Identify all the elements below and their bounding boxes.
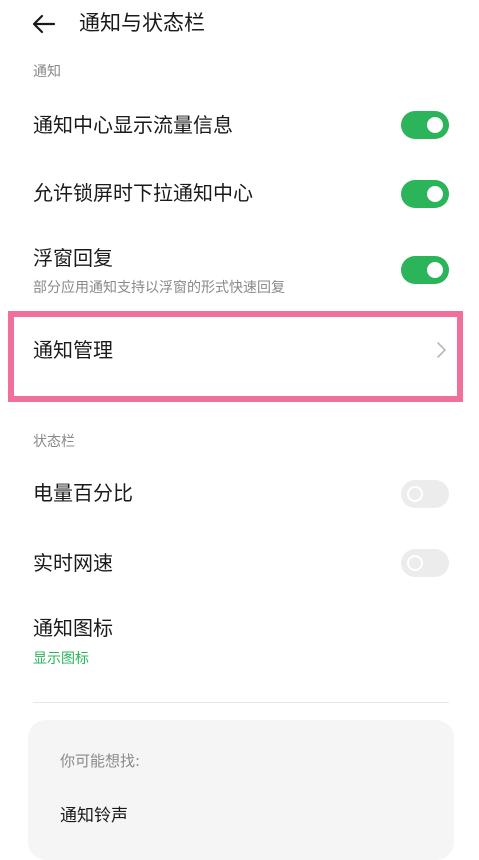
setting-value: 显示图标 bbox=[33, 651, 89, 667]
setting-row-traffic-info[interactable]: 通知中心显示流量信息 bbox=[0, 96, 479, 154]
suggestion-heading: 你可能想找: bbox=[60, 752, 141, 770]
setting-row-notification-icons[interactable]: 通知图标 显示图标 bbox=[0, 606, 479, 680]
title-bar: 通知与状态栏 bbox=[0, 0, 479, 48]
setting-title: 电量百分比 bbox=[33, 481, 133, 505]
setting-title: 通知图标 bbox=[33, 616, 113, 640]
setting-row-realtime-speed[interactable]: 实时网速 bbox=[0, 534, 479, 594]
section-header-notifications: 通知 bbox=[33, 64, 61, 80]
divider bbox=[33, 702, 449, 703]
battery-percentage-toggle[interactable] bbox=[401, 480, 449, 508]
toggle-knob bbox=[407, 555, 423, 571]
traffic-info-toggle[interactable] bbox=[401, 111, 449, 139]
setting-title: 通知管理 bbox=[33, 338, 113, 362]
arrow-left-icon bbox=[32, 14, 56, 34]
setting-row-notification-management[interactable]: 通知管理 bbox=[0, 318, 479, 396]
setting-row-lockscreen-pulldown[interactable]: 允许锁屏时下拉通知中心 bbox=[0, 164, 479, 222]
toggle-knob bbox=[427, 117, 443, 133]
toggle-knob bbox=[427, 186, 443, 202]
suggestion-link[interactable]: 通知铃声 bbox=[60, 804, 128, 828]
section-header-status-bar: 状态栏 bbox=[33, 434, 75, 450]
chevron-right-icon bbox=[433, 338, 449, 362]
toggle-knob bbox=[427, 262, 443, 278]
page-title: 通知与状态栏 bbox=[79, 11, 205, 35]
realtime-speed-toggle[interactable] bbox=[401, 549, 449, 577]
setting-row-floating-reply[interactable]: 浮窗回复 部分应用通知支持以浮窗的形式快速回复 bbox=[0, 234, 479, 306]
setting-subtitle: 部分应用通知支持以浮窗的形式快速回复 bbox=[33, 280, 285, 296]
floating-reply-toggle[interactable] bbox=[401, 256, 449, 284]
suggestion-card: 你可能想找: 通知铃声 bbox=[28, 720, 454, 860]
lockscreen-pulldown-toggle[interactable] bbox=[401, 180, 449, 208]
back-button[interactable] bbox=[28, 8, 60, 40]
setting-title: 浮窗回复 bbox=[33, 246, 113, 270]
setting-title: 实时网速 bbox=[33, 551, 113, 575]
setting-title: 通知中心显示流量信息 bbox=[33, 113, 233, 137]
toggle-knob bbox=[407, 486, 423, 502]
setting-row-battery-percentage[interactable]: 电量百分比 bbox=[0, 464, 479, 524]
setting-title: 允许锁屏时下拉通知中心 bbox=[33, 181, 253, 205]
